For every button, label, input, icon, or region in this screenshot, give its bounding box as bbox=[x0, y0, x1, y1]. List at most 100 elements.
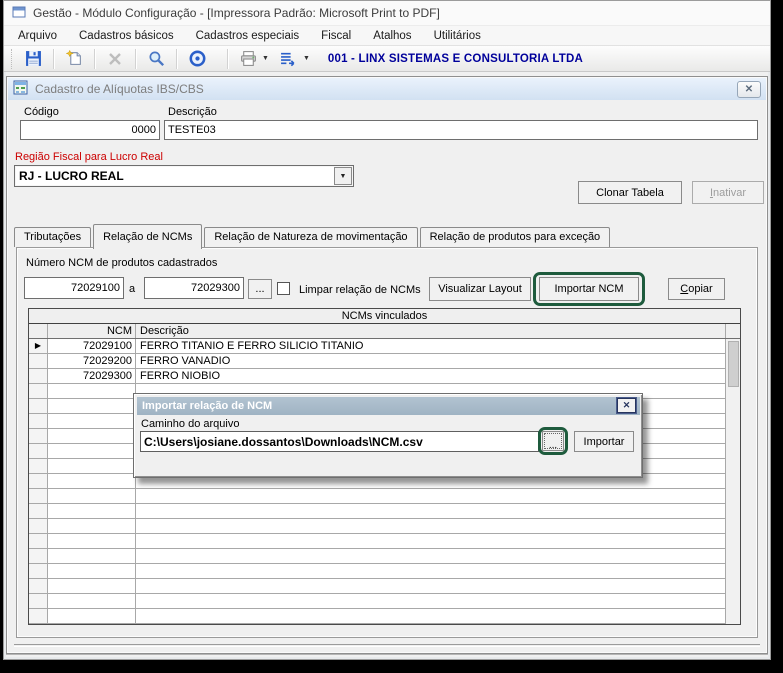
row-selector bbox=[29, 399, 48, 413]
tab-relacao-produtos-excecao[interactable]: Relação de produtos para exceção bbox=[419, 227, 611, 247]
cell-ncm bbox=[48, 504, 136, 518]
cadastro-aliquotas-window: Cadastro de Alíquotas IBS/CBS ✕ Código D… bbox=[6, 76, 768, 654]
descricao-input[interactable] bbox=[164, 120, 758, 140]
menu-fiscal[interactable]: Fiscal bbox=[310, 28, 362, 44]
menu-atalhos[interactable]: Atalhos bbox=[362, 28, 422, 44]
scrollbar-thumb[interactable] bbox=[728, 341, 739, 387]
table-row[interactable] bbox=[29, 594, 725, 609]
regiao-fiscal-label: Região Fiscal para Lucro Real bbox=[15, 151, 163, 163]
cell-descricao bbox=[136, 489, 725, 503]
dialog-browse-button[interactable]: ... bbox=[542, 431, 564, 451]
cell-ncm bbox=[48, 399, 136, 413]
ncm-column-header[interactable]: NCM bbox=[48, 324, 136, 338]
toolbar-separator bbox=[227, 48, 228, 69]
form-bottom-groove bbox=[14, 644, 760, 647]
cell-descricao bbox=[136, 564, 725, 578]
cell-ncm: 72029100 bbox=[48, 339, 136, 353]
ncm-range-to-input[interactable] bbox=[144, 277, 244, 299]
menu-arquivo[interactable]: Arquivo bbox=[7, 28, 68, 44]
cell-ncm bbox=[48, 459, 136, 473]
tab-tributacoes[interactable]: Tributações bbox=[14, 227, 92, 247]
exit-button[interactable] bbox=[185, 48, 209, 70]
close-icon: ✕ bbox=[622, 400, 631, 410]
table-row[interactable]: ▶ 72029100 FERRO TITANIO E FERRO SILICIO T… bbox=[29, 339, 725, 354]
print-button[interactable] bbox=[236, 48, 260, 70]
row-selector bbox=[29, 429, 48, 443]
clonar-tabela-button[interactable]: Clonar Tabela bbox=[578, 181, 682, 204]
print-dropdown-icon[interactable]: ▼ bbox=[262, 55, 269, 62]
table-row[interactable]: 72029200 FERRO VANADIO bbox=[29, 354, 725, 369]
table-row[interactable] bbox=[29, 609, 725, 624]
table-row[interactable] bbox=[29, 549, 725, 564]
close-icon: ✕ bbox=[744, 84, 754, 95]
cell-descricao bbox=[136, 504, 725, 518]
caminho-arquivo-input[interactable] bbox=[140, 431, 539, 452]
vertical-scrollbar[interactable] bbox=[725, 339, 740, 624]
visualizar-layout-button[interactable]: Visualizar Layout bbox=[429, 277, 531, 301]
cell-ncm bbox=[48, 414, 136, 428]
caminho-arquivo-label: Caminho do arquivo bbox=[141, 418, 240, 430]
search-icon bbox=[148, 51, 164, 67]
export-dropdown-icon[interactable]: ▼ bbox=[303, 55, 310, 62]
cell-ncm bbox=[48, 519, 136, 533]
range-separator-label: a bbox=[129, 283, 136, 295]
tab-relacao-natureza-movimentacao[interactable]: Relação de Natureza de movimentação bbox=[204, 227, 418, 247]
row-selector bbox=[29, 444, 48, 458]
codigo-input[interactable] bbox=[20, 120, 160, 140]
menu-cadastros-basicos[interactable]: Cadastros básicos bbox=[68, 28, 185, 44]
limpar-relacao-checkbox[interactable] bbox=[277, 282, 290, 295]
dialog-close-button[interactable]: ✕ bbox=[617, 398, 636, 413]
search-button[interactable] bbox=[144, 48, 168, 70]
table-row[interactable] bbox=[29, 519, 725, 534]
table-row[interactable] bbox=[29, 564, 725, 579]
row-selector bbox=[29, 369, 48, 383]
row-selector bbox=[29, 489, 48, 503]
save-icon bbox=[25, 51, 41, 66]
cell-descricao bbox=[136, 519, 725, 533]
cell-ncm bbox=[48, 489, 136, 503]
ncm-range-from-input[interactable] bbox=[24, 277, 124, 299]
menubar: Arquivo Cadastros básicos Cadastros espe… bbox=[4, 26, 770, 45]
descricao-column-header[interactable]: Descrição bbox=[136, 324, 725, 338]
cell-ncm bbox=[48, 429, 136, 443]
toolbar-grip bbox=[11, 48, 14, 69]
table-row[interactable] bbox=[29, 534, 725, 549]
menu-cadastros-especiais[interactable]: Cadastros especiais bbox=[185, 28, 311, 44]
company-label: 001 - LINX SISTEMAS E CONSULTORIA LTDA bbox=[327, 52, 583, 65]
delete-icon bbox=[109, 52, 121, 65]
row-selector bbox=[29, 474, 48, 488]
row-selector bbox=[29, 594, 48, 608]
inativar-button: Inativar bbox=[692, 181, 764, 204]
row-selector bbox=[29, 609, 48, 623]
form-title: Cadastro de Alíquotas IBS/CBS bbox=[35, 82, 204, 96]
form-titlebar: Cadastro de Alíquotas IBS/CBS ✕ bbox=[8, 78, 766, 100]
save-button[interactable] bbox=[21, 48, 45, 70]
screen: { "window": { "title": "Gestão - Módulo … bbox=[0, 0, 783, 673]
tab-relacao-de-ncms[interactable]: Relação de NCMs bbox=[93, 224, 203, 249]
new-document-icon bbox=[65, 50, 81, 65]
copiar-button[interactable]: Copiar bbox=[668, 278, 725, 300]
cell-descricao bbox=[136, 579, 725, 593]
row-selector bbox=[29, 354, 48, 368]
numero-ncm-label: Número NCM de produtos cadastrados bbox=[26, 257, 218, 269]
export-button[interactable] bbox=[277, 48, 301, 70]
table-row[interactable] bbox=[29, 489, 725, 504]
dialog-importar-button[interactable]: Importar bbox=[574, 431, 634, 452]
application-window: Gestão - Módulo Configuração - [Impresso… bbox=[3, 0, 771, 660]
regiao-fiscal-combobox[interactable]: RJ - LUCRO REAL ▼ bbox=[14, 165, 354, 187]
table-row[interactable]: 72029300 FERRO NIOBIO bbox=[29, 369, 725, 384]
codigo-label: Código bbox=[24, 106, 59, 118]
new-record-button[interactable] bbox=[62, 48, 86, 70]
table-row[interactable] bbox=[29, 579, 725, 594]
cell-descricao: FERRO TITANIO E FERRO SILICIO TITANIO bbox=[140, 340, 364, 352]
importar-ncm-button[interactable]: Importar NCM bbox=[539, 277, 639, 301]
row-selector bbox=[29, 564, 48, 578]
form-close-button[interactable]: ✕ bbox=[737, 81, 761, 98]
row-selector bbox=[29, 549, 48, 563]
table-row[interactable] bbox=[29, 504, 725, 519]
ncm-browse-button[interactable]: ... bbox=[248, 279, 272, 299]
combobox-dropdown-button[interactable]: ▼ bbox=[334, 167, 352, 185]
main-titlebar: Gestão - Módulo Configuração - [Impresso… bbox=[4, 1, 770, 26]
menu-utilitarios[interactable]: Utilitários bbox=[423, 28, 492, 44]
row-selector bbox=[29, 519, 48, 533]
